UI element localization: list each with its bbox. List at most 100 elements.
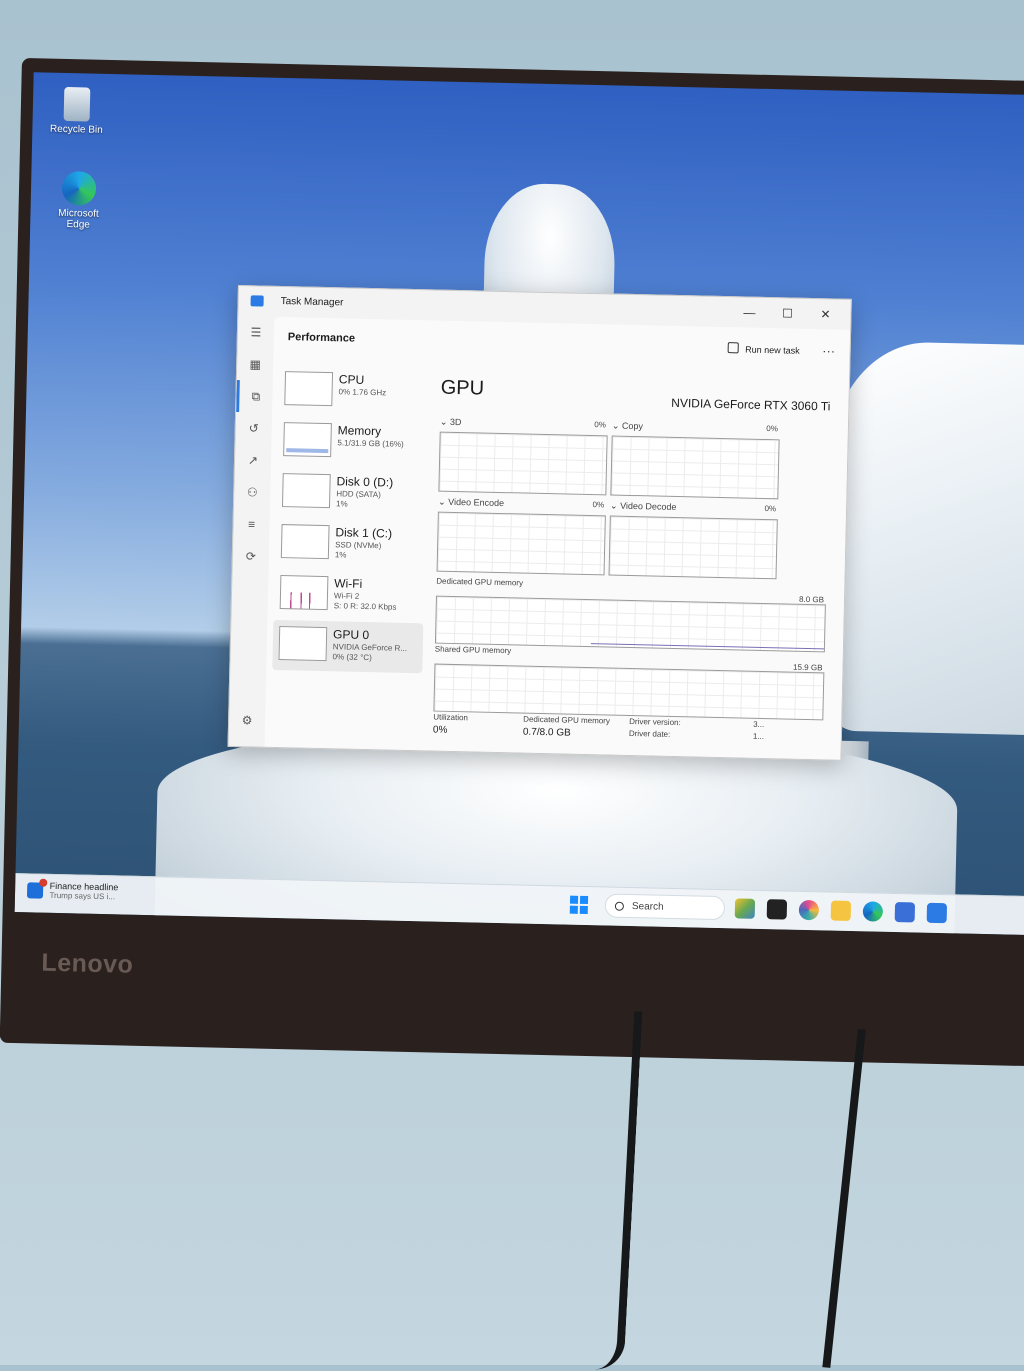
task-manager-window: Task Manager — ☐ ✕ ☰ ▦ ⧉ ↺ ↗ ⚇ ≡ ⟳ ⚙ Per… xyxy=(227,285,852,761)
utilization-graph xyxy=(438,431,608,496)
device-name: GPU 0 xyxy=(332,627,370,643)
dedicated-memory-graph-block: Dedicated GPU memory 8.0 GB xyxy=(434,576,826,653)
engine-percent: 0% xyxy=(764,504,777,514)
search-icon xyxy=(614,901,625,911)
task-manager-taskbar-icon[interactable] xyxy=(926,902,948,924)
app-history-icon[interactable]: ↺ xyxy=(235,412,272,445)
stat-value: 3... xyxy=(753,719,765,730)
startup-apps-icon[interactable]: ↗ xyxy=(235,444,272,477)
engine-graph-copy: ⌄ Copy 0% xyxy=(610,421,780,500)
task-view-icon[interactable] xyxy=(766,899,788,920)
maximize-button[interactable]: ☐ xyxy=(768,300,807,327)
stat-value: 0.7/8.0 GB xyxy=(522,726,571,739)
device-list: CPU 0% 1.76 GHz Memory 5.1/31.9 GB (16%)… xyxy=(272,365,429,674)
device-thumbnail-graph xyxy=(283,422,332,458)
shared-memory-max: 15.9 GB xyxy=(793,662,823,673)
minimize-button[interactable]: — xyxy=(730,299,769,326)
utilization-graph xyxy=(610,435,780,500)
device-memory[interactable]: Memory 5.1/31.9 GB (16%) xyxy=(277,416,428,469)
engine-graph-3d: ⌄ 3D 0% xyxy=(438,417,608,496)
edge-taskbar-icon[interactable] xyxy=(862,901,884,922)
performance-panel: Performance Run new task ... CPU 0% 1.76… xyxy=(264,316,851,760)
device-detail: NVIDIA GeForce R... xyxy=(332,642,408,653)
chevron-down-icon[interactable]: ⌄ xyxy=(438,497,448,507)
copilot-icon[interactable] xyxy=(798,899,820,921)
start-button[interactable] xyxy=(569,895,589,915)
engine-percent: 0% xyxy=(594,420,607,430)
stat-value: 0% xyxy=(432,724,448,736)
services-icon[interactable]: ⟳ xyxy=(232,540,269,573)
chevron-down-icon[interactable]: ⌄ xyxy=(440,417,450,427)
monitor-brand-logo: Lenovo xyxy=(41,948,134,979)
users-icon[interactable]: ⚇ xyxy=(234,476,271,509)
close-button[interactable]: ✕ xyxy=(806,301,845,328)
device-detail: S: 0 R: 32.0 Kbps xyxy=(333,601,397,612)
engine-label[interactable]: Video Decode xyxy=(620,501,677,512)
run-new-task-button[interactable]: Run new task xyxy=(728,342,800,356)
run-task-icon xyxy=(728,342,740,354)
file-explorer-icon[interactable] xyxy=(830,900,852,922)
gpu-heading: GPU xyxy=(440,376,485,400)
utilization-graph xyxy=(608,515,778,580)
chevron-down-icon[interactable]: ⌄ xyxy=(612,421,622,431)
engine-percent: 0% xyxy=(766,424,778,434)
desktop-icon-label: Recycle Bin xyxy=(49,123,103,136)
utilization-graph xyxy=(436,511,606,576)
page-title: Performance xyxy=(287,331,356,345)
dedicated-memory-label: Dedicated GPU memory xyxy=(436,576,524,588)
device-disk-1[interactable]: Disk 1 (C:) SSD (NVMe) 1% xyxy=(275,518,426,571)
device-detail: Wi-Fi 2 xyxy=(333,591,360,601)
device-disk-0[interactable]: Disk 0 (D:) HDD (SATA) 1% xyxy=(276,467,427,520)
window-title: Task Manager xyxy=(280,295,344,309)
device-thumbnail-graph xyxy=(281,473,331,509)
search-placeholder: Search xyxy=(631,901,664,913)
engine-label[interactable]: Video Encode xyxy=(448,497,504,508)
stat-label: Driver date: xyxy=(628,728,671,739)
engine-label[interactable]: 3D xyxy=(450,417,462,427)
wallpaper-ice-roof xyxy=(823,340,1024,738)
device-name: Wi-Fi xyxy=(334,576,363,591)
desktop-icon-recycle-bin[interactable]: Recycle Bin xyxy=(46,86,107,136)
engine-graph-video-encode: ⌄ Video Encode 0% xyxy=(436,497,607,576)
store-icon[interactable] xyxy=(894,902,916,923)
device-wifi[interactable]: Wi-Fi Wi-Fi 2 S: 0 R: 32.0 Kbps xyxy=(273,569,424,622)
engine-percent: 0% xyxy=(592,500,605,510)
performance-icon[interactable]: ⧉ xyxy=(236,379,273,413)
desktop-icon-label: Microsoft Edge xyxy=(58,207,99,231)
dedicated-memory-graph xyxy=(434,595,826,653)
device-thumbnail-graph xyxy=(284,371,334,407)
task-manager-icon xyxy=(250,295,264,307)
hamburger-menu-icon[interactable]: ☰ xyxy=(238,316,275,349)
cable xyxy=(575,1008,643,1371)
details-icon[interactable]: ≡ xyxy=(233,508,270,541)
device-gpu-0[interactable]: GPU 0 NVIDIA GeForce R... 0% (32 °C) xyxy=(272,619,424,674)
engine-graph-video-decode: ⌄ Video Decode 0% xyxy=(608,500,779,580)
stat-label: Driver version: xyxy=(629,716,681,728)
taskbar-apps xyxy=(734,898,948,924)
shared-memory-graph xyxy=(433,663,825,721)
device-detail: 1% xyxy=(334,550,347,560)
desktop-icon-edge[interactable]: Microsoft Edge xyxy=(48,170,109,231)
stat-label: Utilization xyxy=(433,712,469,723)
news-widget[interactable]: Finance headline Trump says US i... xyxy=(26,880,118,901)
taskbar-search[interactable]: Search xyxy=(604,893,726,921)
device-name: CPU xyxy=(338,372,365,387)
device-name: Disk 1 (C:) xyxy=(335,525,393,541)
engine-label[interactable]: Copy xyxy=(622,421,643,431)
stat-label: Dedicated GPU memory xyxy=(523,714,611,726)
device-detail: 0% 1.76 GHz xyxy=(338,387,387,398)
more-options-button[interactable]: ... xyxy=(823,341,836,355)
gpu-detail-pane: GPU NVIDIA GeForce RTX 3060 Ti ⌄ 3D 0% ⌄… xyxy=(432,369,837,760)
settings-gear-icon[interactable]: ⚙ xyxy=(229,704,266,737)
device-thumbnail-graph xyxy=(280,524,330,560)
device-detail: HDD (SATA) xyxy=(336,489,381,500)
chevron-down-icon[interactable]: ⌄ xyxy=(610,500,620,510)
processes-icon[interactable]: ▦ xyxy=(237,348,274,381)
device-detail: 1% xyxy=(335,499,348,509)
device-cpu[interactable]: CPU 0% 1.76 GHz xyxy=(278,365,429,418)
device-thumbnail-graph xyxy=(279,575,329,611)
gpu-model: NVIDIA GeForce RTX 3060 Ti xyxy=(671,395,831,414)
device-name: Disk 0 (D:) xyxy=(336,474,394,490)
device-detail: 5.1/31.9 GB (16%) xyxy=(337,438,404,449)
widgets-icon[interactable] xyxy=(734,898,756,919)
